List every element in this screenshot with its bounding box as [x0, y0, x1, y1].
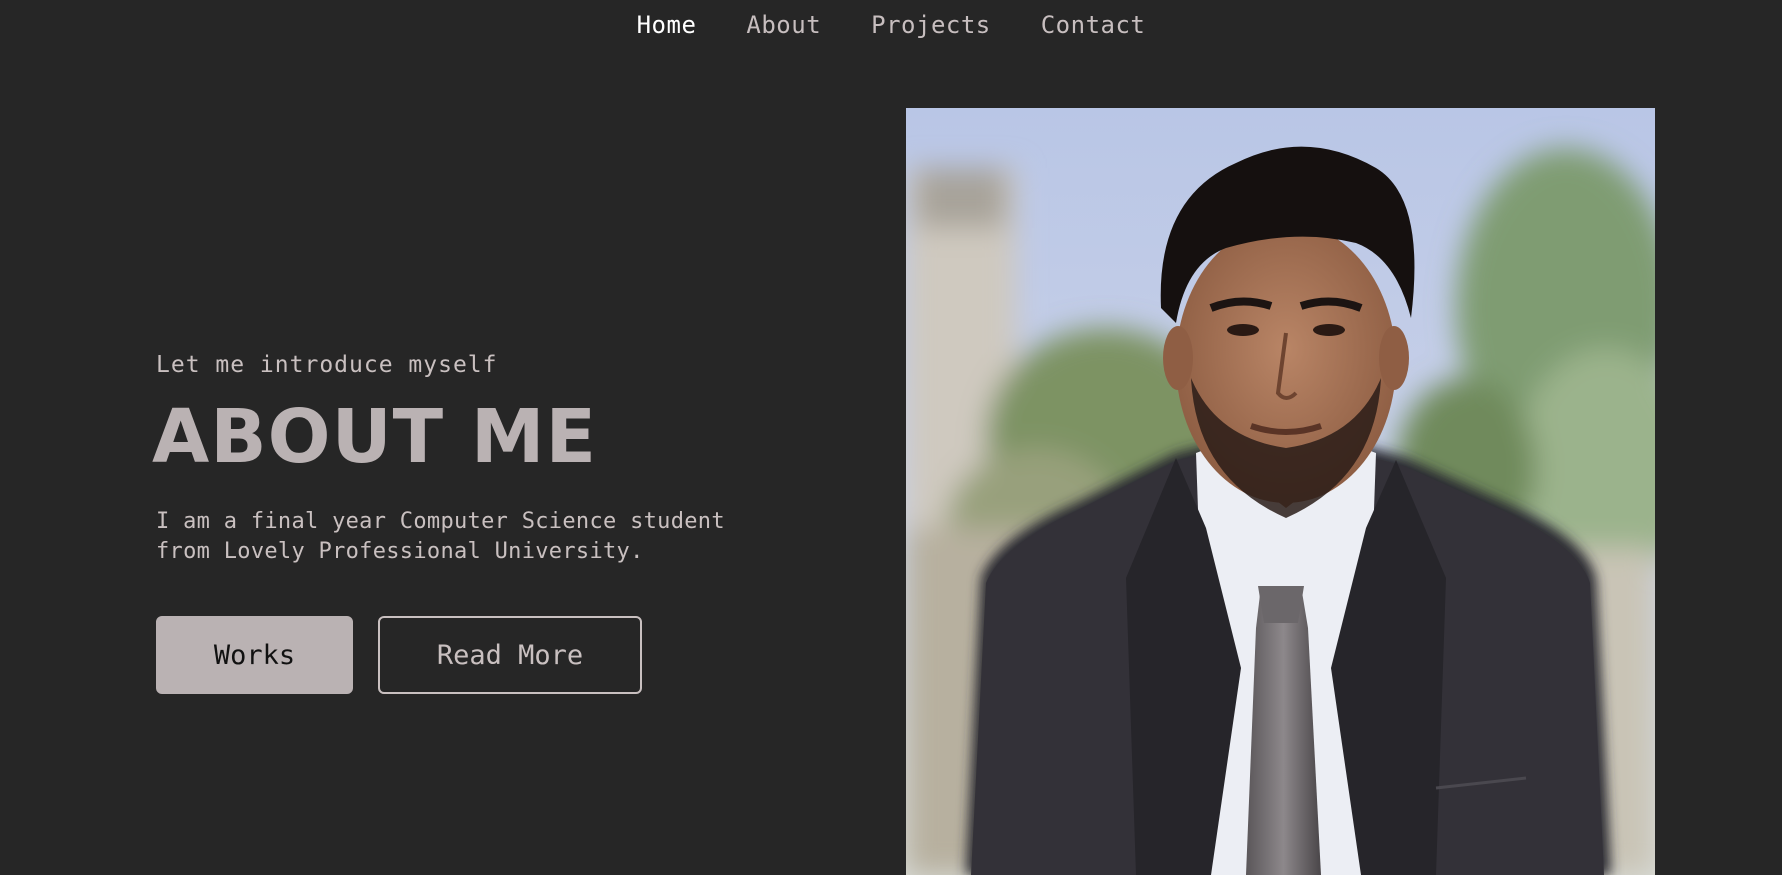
read-more-button[interactable]: Read More	[378, 616, 642, 694]
nav-contact-link[interactable]: Contact	[1041, 6, 1146, 44]
top-nav: Home About Projects Contact	[0, 6, 1782, 44]
profile-photo	[906, 108, 1655, 875]
page-title: ABOUT ME	[152, 394, 598, 480]
nav-about-link[interactable]: About	[746, 6, 821, 44]
intro-text: Let me introduce myself	[156, 352, 498, 378]
description-text: I am a final year Computer Science stude…	[156, 509, 725, 564]
page: Home About Projects Contact Let me intro…	[0, 0, 1782, 875]
nav-projects-link[interactable]: Projects	[871, 6, 991, 44]
works-button[interactable]: Works	[156, 616, 353, 694]
nav-home-link[interactable]: Home	[637, 6, 697, 44]
